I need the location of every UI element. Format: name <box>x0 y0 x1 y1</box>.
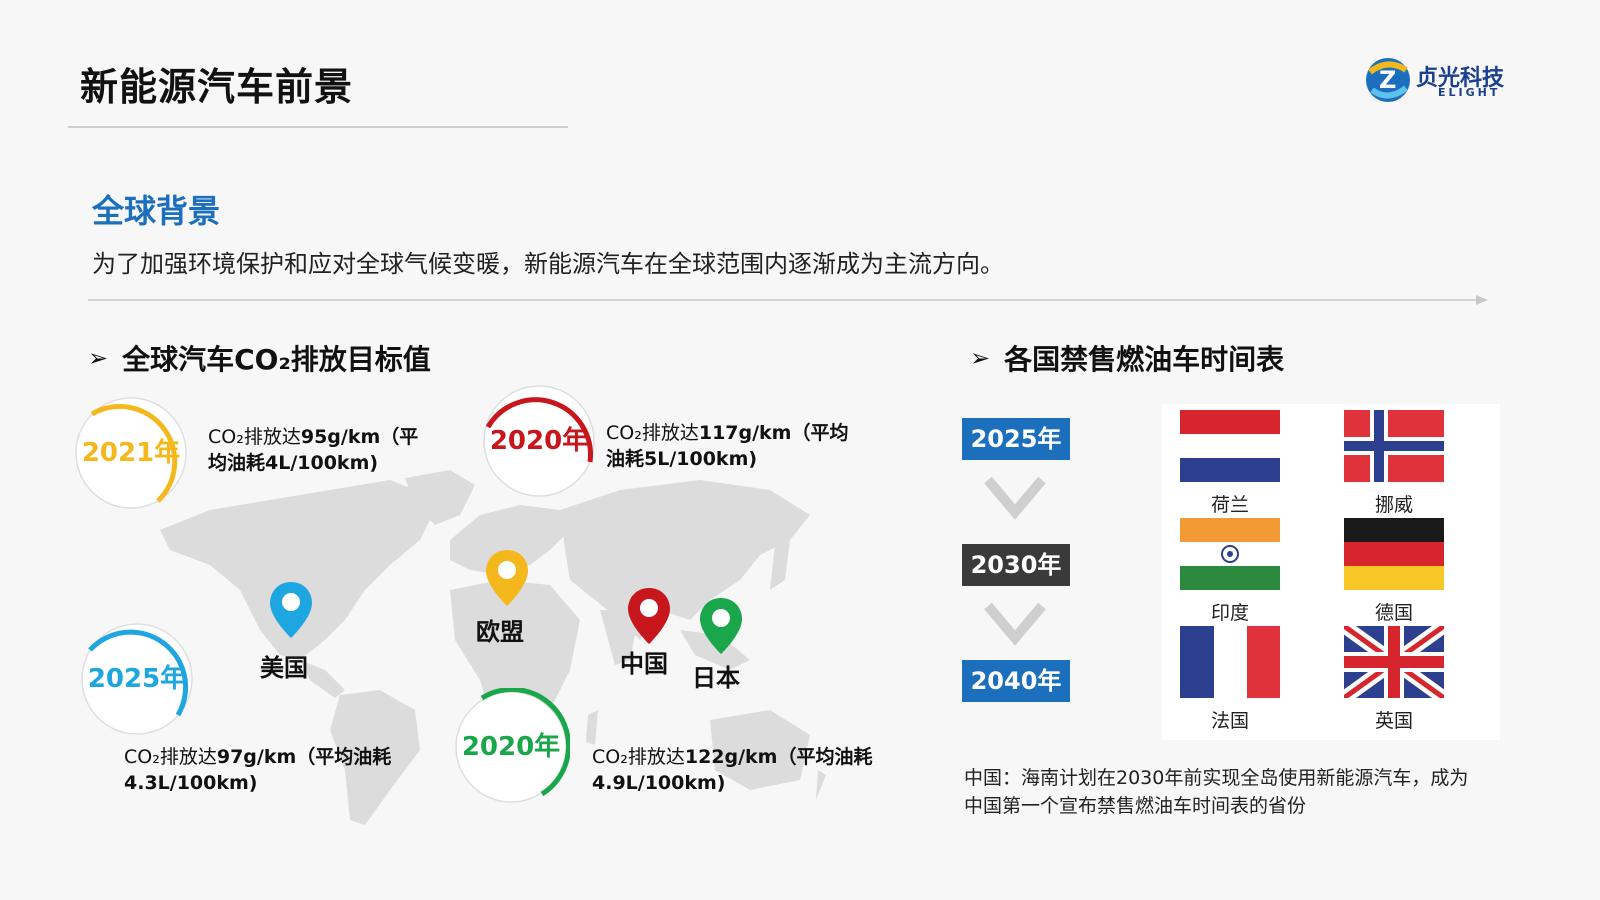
china-note-line-2: 中国第一个宣布禁售燃油车时间表的省份 <box>964 795 1307 817</box>
logo-subtext: ELIGHT <box>1438 86 1501 99</box>
target-year-2020-jp: 2020年 <box>461 732 561 762</box>
target-text-2020-jp: CO₂排放达122g/km（平均油耗 4.9L/100km) <box>592 744 872 796</box>
target-text-2025: CO₂排放达97g/km（平均油耗 4.3L/100km) <box>124 744 391 796</box>
pin-label-china: 中国 <box>620 650 668 678</box>
ban-timeline-heading: ➢ 各国禁售燃油车时间表 <box>970 338 1284 378</box>
uk-flag-icon <box>1344 626 1444 698</box>
norway-flag-icon <box>1344 410 1444 482</box>
company-logo: Z 贞光科技 ELIGHT <box>1360 52 1520 108</box>
target-2025-prefix: CO₂排放达 <box>124 746 217 768</box>
year-badge-2025: 2025年 <box>962 418 1070 460</box>
target-2020-jp-prefix: CO₂排放达 <box>592 746 685 768</box>
chevron-right-icon: ➢ <box>88 344 109 372</box>
china-note: 中国：海南计划在2030年前实现全岛使用新能源汽车，成为 中国第一个宣布禁售燃油… <box>964 764 1504 820</box>
target-2020-eu-prefix: CO₂排放达 <box>606 422 699 444</box>
flags-panel: 荷兰 挪威 印度 德国 法国 英国 <box>1162 404 1500 740</box>
france-flag-icon <box>1180 626 1280 698</box>
svg-text:Z: Z <box>1379 66 1396 94</box>
target-text-2021: CO₂排放达95g/km（平 均油耗4L/100km) <box>208 424 418 476</box>
co2-targets-heading-text: 全球汽车CO₂排放目标值 <box>122 343 431 376</box>
chevron-right-icon: ➢ <box>970 344 991 372</box>
ban-timeline-heading-text: 各国禁售燃油车时间表 <box>1004 343 1285 376</box>
chevron-down-icon <box>984 476 1046 520</box>
chevron-down-icon <box>984 602 1046 646</box>
map-pin-icon-china <box>628 588 670 644</box>
netherlands-flag-icon <box>1180 410 1280 482</box>
pin-label-eu: 欧盟 <box>476 618 524 646</box>
country-label-germany: 德国 <box>1374 602 1413 624</box>
page-title: 新能源汽车前景 <box>80 65 354 109</box>
country-label-france: 法国 <box>1210 710 1249 732</box>
year-badge-2030: 2030年 <box>962 544 1070 586</box>
title-divider <box>68 126 568 128</box>
target-2021-prefix: CO₂排放达 <box>208 426 301 448</box>
arrow-divider <box>88 295 1488 305</box>
co2-targets-heading: ➢ 全球汽车CO₂排放目标值 <box>88 338 431 378</box>
target-2025-value: 97g/km（平均油耗 <box>216 746 392 768</box>
year-badge-2040: 2040年 <box>962 660 1070 702</box>
target-year-2025: 2025年 <box>87 664 187 694</box>
target-2020-jp-value: 122g/km（平均油耗 <box>684 746 873 768</box>
map-pin-icon-eu <box>486 550 528 606</box>
pin-label-usa: 美国 <box>260 654 308 682</box>
target-text-2020-eu: CO₂排放达117g/km（平均 油耗5L/100km) <box>606 420 848 472</box>
target-year-2020-eu: 2020年 <box>489 426 589 456</box>
target-2021-value: 95g/km（平 <box>300 426 419 448</box>
section-heading: 全球背景 <box>92 192 221 230</box>
target-2025-fuel: 4.3L/100km) <box>124 772 258 794</box>
country-label-norway: 挪威 <box>1374 494 1413 516</box>
germany-flag-icon <box>1344 518 1444 590</box>
map-pin-icon-japan <box>700 598 742 654</box>
target-year-2021: 2021年 <box>81 438 181 468</box>
country-label-netherlands: 荷兰 <box>1210 494 1249 516</box>
target-2020-eu-fuel: 油耗5L/100km) <box>606 448 758 470</box>
target-2021-fuel: 均油耗4L/100km) <box>208 452 379 474</box>
country-label-india: 印度 <box>1210 602 1249 624</box>
india-flag-icon <box>1180 518 1280 590</box>
country-label-uk: 英国 <box>1374 710 1413 732</box>
map-pin-icon-usa <box>270 582 312 638</box>
china-note-line-1: 中国：海南计划在2030年前实现全岛使用新能源汽车，成为 <box>964 767 1469 789</box>
intro-text: 为了加强环境保护和应对全球气候变暖，新能源汽车在全球范围内逐渐成为主流方向。 <box>92 250 1004 278</box>
target-2020-jp-fuel: 4.9L/100km) <box>592 772 726 794</box>
pin-label-japan: 日本 <box>692 664 740 692</box>
target-2020-eu-value: 117g/km（平均 <box>698 422 849 444</box>
